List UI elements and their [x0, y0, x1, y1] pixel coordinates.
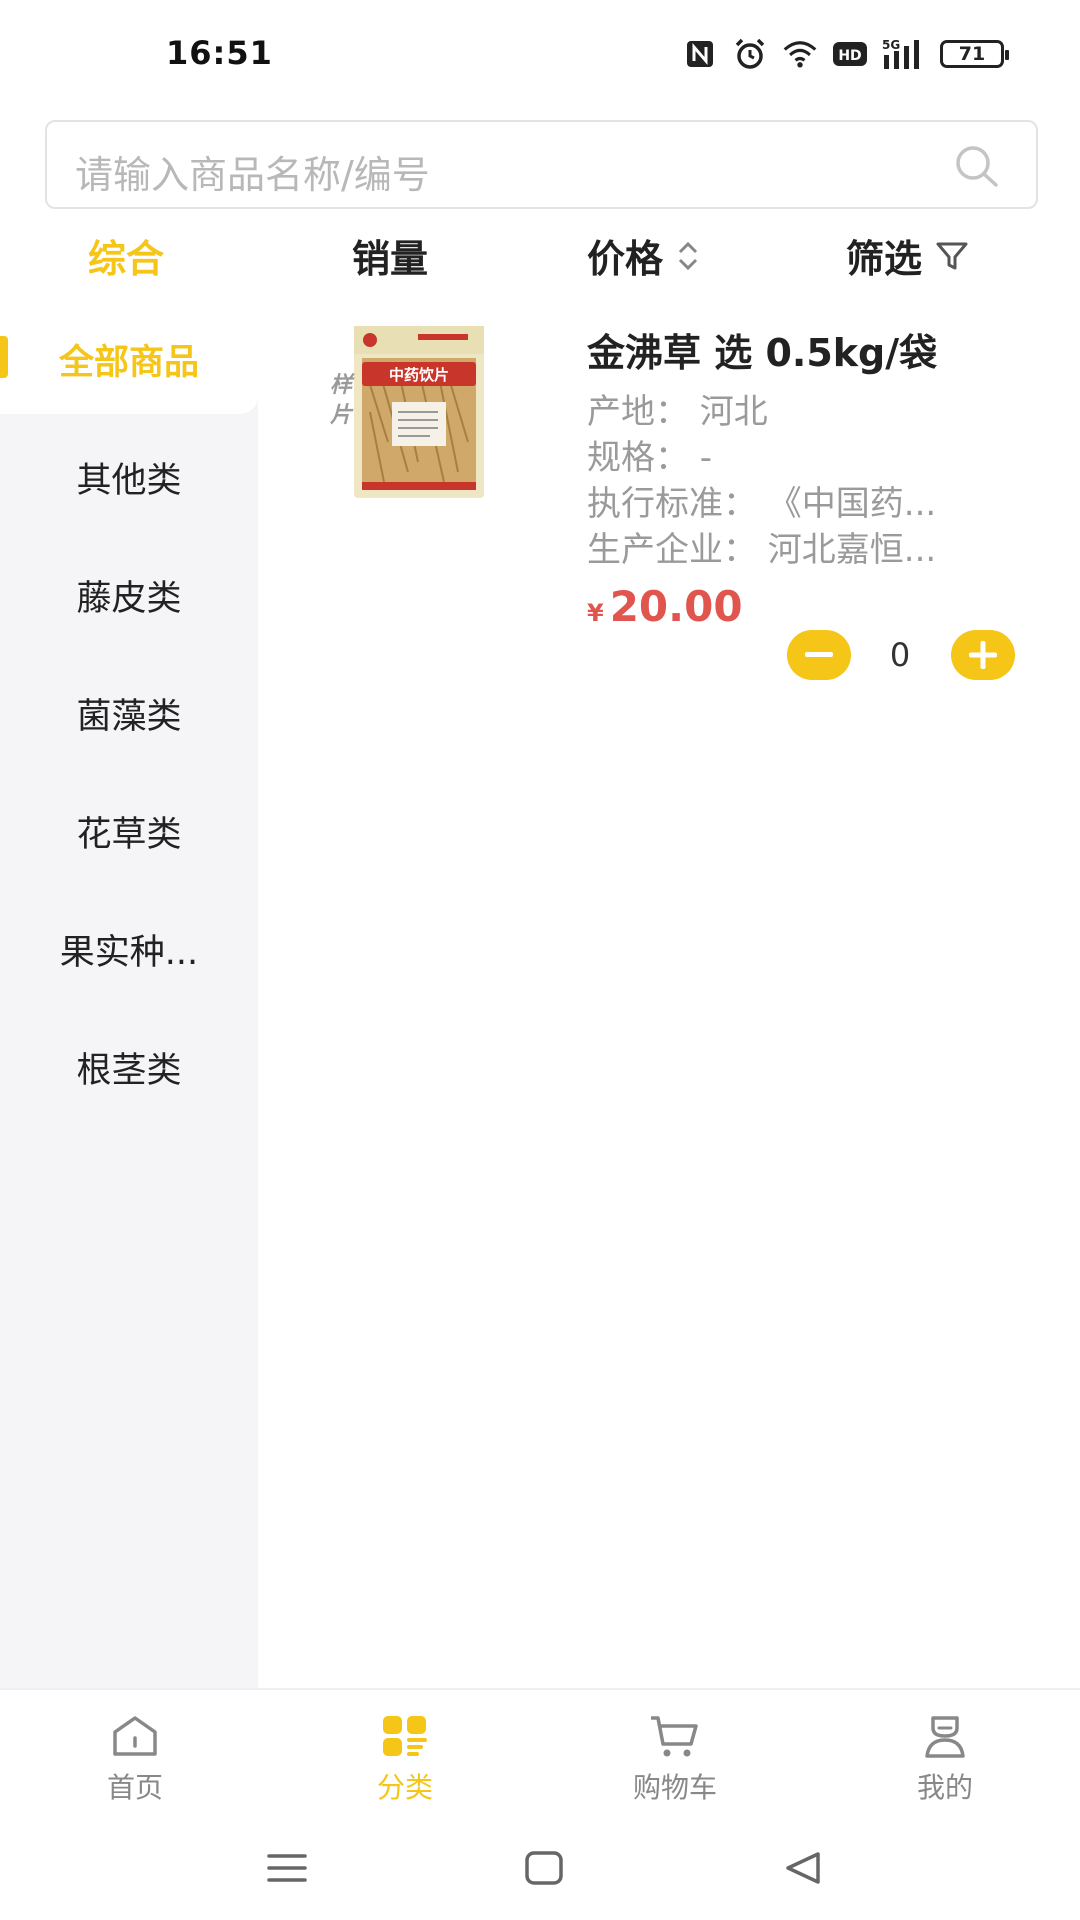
sort-filter-label: 筛选	[846, 237, 923, 281]
status-time: 16:51	[166, 34, 273, 72]
profile-icon	[925, 1716, 965, 1758]
tab-home[interactable]: 首页	[0, 1690, 270, 1818]
category-icon	[383, 1716, 427, 1756]
cart-icon	[651, 1716, 698, 1757]
sort-updown-icon	[678, 241, 698, 270]
search-input[interactable]: 请输入商品名称/编号	[45, 120, 1038, 209]
quantity-value: 0	[889, 636, 911, 674]
sample-badge-1: 样	[330, 372, 355, 398]
system-nav-bar	[0, 1816, 1080, 1920]
search-placeholder: 请输入商品名称/编号	[75, 153, 430, 197]
search-icon[interactable]	[952, 142, 1000, 190]
price-symbol: ¥	[587, 599, 604, 627]
nfc-icon	[682, 37, 718, 71]
sort-price-label: 价格	[587, 237, 664, 281]
hd-icon: HD	[832, 37, 868, 71]
hd-text: HD	[838, 48, 861, 64]
network-text: 5G	[882, 38, 900, 52]
tab-category[interactable]: 分类	[270, 1690, 540, 1818]
tab-cart-label: 购物车	[632, 1771, 717, 1804]
tab-category-label: 分类	[376, 1771, 433, 1804]
filter-icon	[936, 242, 968, 269]
product-spec: 规格： -	[587, 438, 713, 478]
product-manufacturer: 生产企业： 河北嘉恒...	[587, 530, 937, 570]
category-label: 花草类	[76, 814, 182, 855]
category-label: 全部商品	[58, 342, 199, 383]
sort-price[interactable]: 价格	[587, 228, 701, 283]
category-item-root-stem[interactable]: 根茎类	[0, 1008, 258, 1126]
quantity-decrease-button[interactable]	[787, 630, 851, 680]
category-item-fungi-algae[interactable]: 菌藻类	[0, 654, 258, 772]
sort-sales-label: 销量	[352, 237, 429, 281]
status-bar: 16:51 HD 5G 71	[0, 0, 1080, 110]
category-label: 其他类	[76, 460, 182, 501]
category-label: 菌藻类	[76, 696, 182, 737]
category-label: 果实种...	[59, 932, 199, 973]
sort-filter[interactable]: 筛选	[846, 228, 970, 283]
alarm-icon	[732, 37, 768, 71]
tab-home-label: 首页	[106, 1771, 163, 1804]
product-image-text: 中药饮片	[389, 366, 449, 384]
home-square-icon[interactable]	[514, 1846, 574, 1890]
product-image[interactable]: 中药饮片 样 片	[318, 322, 488, 502]
category-label: 根茎类	[76, 1050, 182, 1091]
product-name[interactable]: 金沸草 选 0.5kg/袋	[587, 322, 937, 377]
product-standard: 执行标准： 《中国药...	[587, 484, 937, 524]
battery-level: 71	[958, 43, 986, 65]
product-price: ¥ 20.00	[587, 582, 743, 631]
price-value: 20.00	[609, 582, 743, 631]
tab-profile[interactable]: 我的	[810, 1690, 1080, 1818]
bottom-tab-bar: 首页 分类 购物车 我的	[0, 1688, 1080, 1816]
back-icon[interactable]	[774, 1846, 834, 1890]
wifi-icon	[782, 37, 818, 71]
sort-sales[interactable]: 销量	[352, 228, 428, 283]
sort-bar: 综合 销量 价格 筛选	[0, 222, 1080, 284]
sort-comprehensive[interactable]: 综合	[88, 228, 164, 283]
plus-icon	[969, 641, 997, 669]
category-item-flower-herb[interactable]: 花草类	[0, 772, 258, 890]
product-origin: 产地： 河北	[587, 392, 768, 432]
tab-cart[interactable]: 购物车	[540, 1690, 810, 1818]
category-sidebar: 全部商品 其他类 藤皮类 菌藻类 花草类 果实种... 根茎类	[0, 300, 258, 1688]
category-item-fruit-seed[interactable]: 果实种...	[0, 890, 258, 1008]
status-icons: HD 5G 71	[682, 36, 1009, 72]
signal-icon: 5G	[882, 37, 926, 71]
category-item-vine-bark[interactable]: 藤皮类	[0, 536, 258, 654]
menu-icon[interactable]	[257, 1846, 317, 1890]
home-icon	[113, 1716, 157, 1756]
sort-comprehensive-label: 综合	[88, 237, 165, 281]
battery-icon: 71	[940, 40, 1009, 68]
category-label: 藤皮类	[76, 578, 182, 619]
tab-profile-label: 我的	[916, 1771, 973, 1804]
minus-icon	[805, 652, 833, 657]
category-item-all[interactable]: 全部商品	[0, 300, 258, 418]
quantity-increase-button[interactable]	[951, 630, 1015, 680]
category-item-other[interactable]: 其他类	[0, 418, 258, 536]
sample-badge-2: 片	[330, 403, 354, 428]
product-card[interactable]: 中药饮片 样 片 金沸草 选 0.5kg/袋 产地： 河北 规格： - 执行标准…	[258, 300, 1080, 700]
